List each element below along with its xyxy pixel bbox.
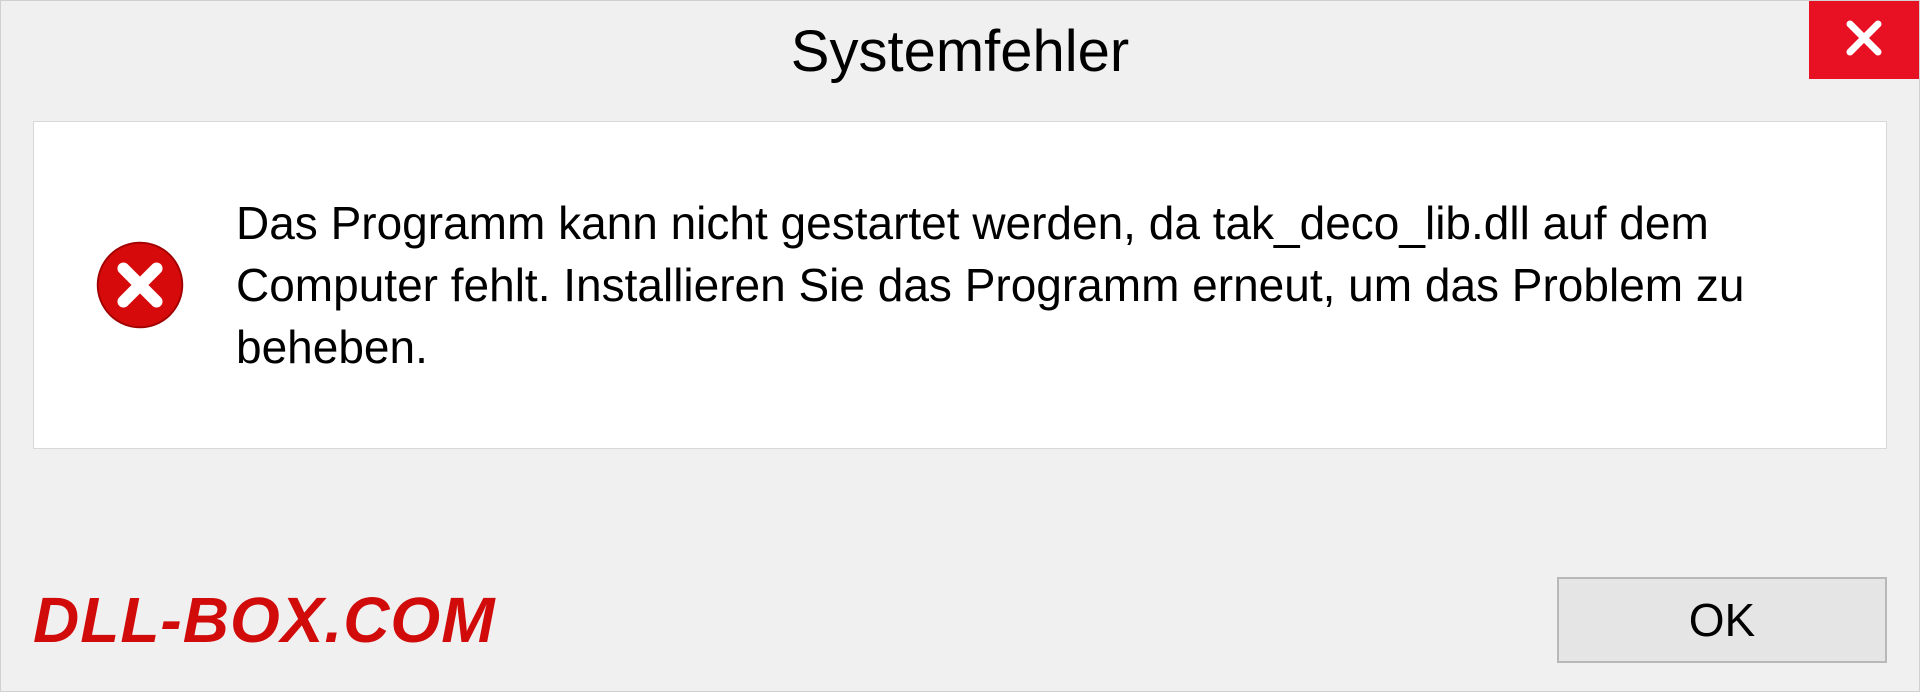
close-button[interactable] [1809, 1, 1919, 79]
error-dialog: Systemfehler Das Programm kann nicht ges… [0, 0, 1920, 692]
dialog-title: Systemfehler [791, 18, 1129, 85]
close-icon [1843, 17, 1885, 64]
footer: DLL-BOX.COM OK [33, 577, 1887, 663]
watermark-text: DLL-BOX.COM [33, 583, 496, 657]
titlebar: Systemfehler [1, 1, 1919, 101]
error-icon [94, 239, 186, 331]
content-panel: Das Programm kann nicht gestartet werden… [33, 121, 1887, 449]
error-message: Das Programm kann nicht gestartet werden… [236, 192, 1826, 378]
ok-button[interactable]: OK [1557, 577, 1887, 663]
